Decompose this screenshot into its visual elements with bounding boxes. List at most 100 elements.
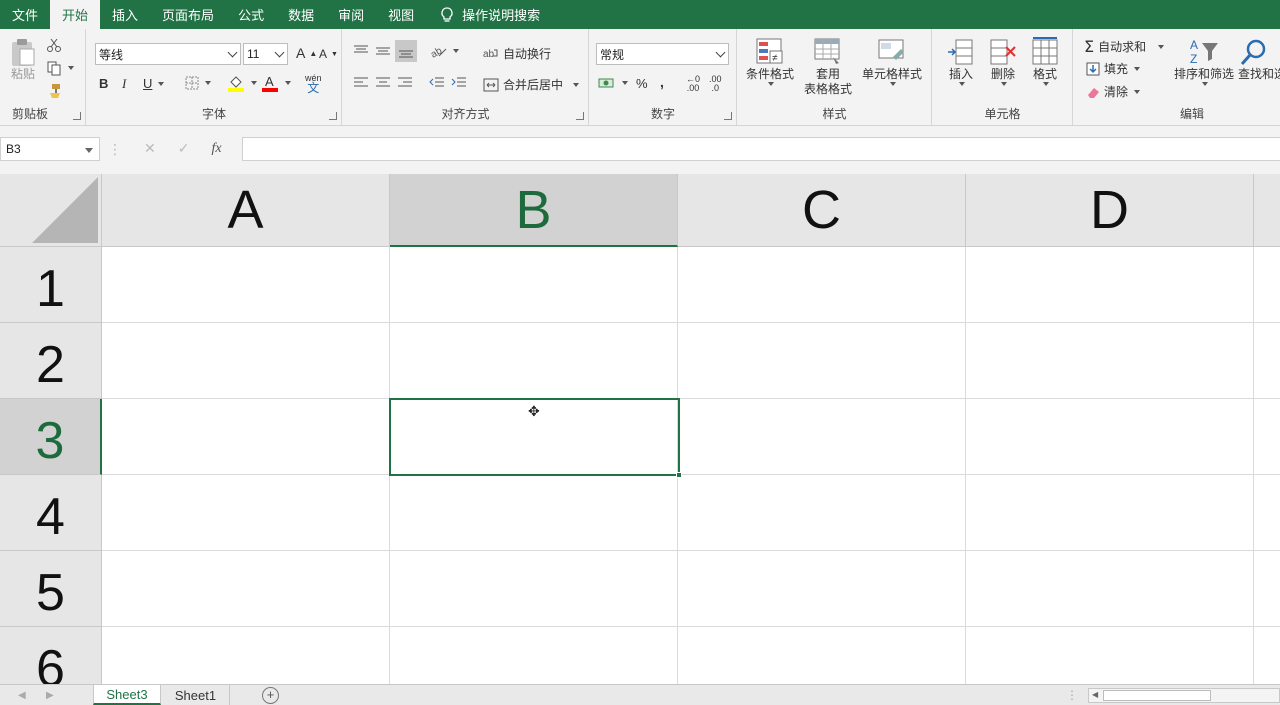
cell-d5[interactable] xyxy=(966,551,1254,627)
fill-handle[interactable] xyxy=(676,472,682,478)
cell-c4[interactable] xyxy=(678,475,966,551)
scroll-left-icon[interactable]: ◀ xyxy=(1092,690,1098,699)
cell-c3[interactable] xyxy=(678,399,966,475)
cell-b1[interactable] xyxy=(390,247,678,323)
fill-button[interactable]: 填充 xyxy=(1086,60,1141,77)
cell-a6[interactable] xyxy=(102,627,390,684)
grow-font-button[interactable]: A ▲ xyxy=(296,45,317,61)
cell-c2[interactable] xyxy=(678,323,966,399)
align-bottom-button[interactable] xyxy=(395,40,417,62)
delete-cells-button[interactable]: 删除 xyxy=(983,37,1023,86)
cell-d4[interactable] xyxy=(966,475,1254,551)
autosum-button[interactable]: Σ 自动求和 xyxy=(1084,37,1165,56)
sheet-tab-sheet3[interactable]: Sheet3 xyxy=(93,685,161,705)
cell-e1[interactable] xyxy=(1254,247,1280,323)
name-box[interactable]: B3 xyxy=(0,137,100,161)
row-header-5[interactable]: 5 xyxy=(0,551,102,627)
increase-indent-button[interactable] xyxy=(451,76,467,90)
format-cells-button[interactable]: 格式 xyxy=(1025,37,1065,86)
column-header-d[interactable]: D xyxy=(966,174,1254,247)
wrap-text-button[interactable]: ab 自动换行 xyxy=(483,45,551,62)
name-box-dropdown-icon[interactable] xyxy=(85,148,93,153)
tab-data[interactable]: 数据 xyxy=(276,0,326,29)
next-sheet-icon[interactable]: ▶ xyxy=(46,690,54,701)
cell-a4[interactable] xyxy=(102,475,390,551)
cell-e4[interactable] xyxy=(1254,475,1280,551)
cell-d3[interactable] xyxy=(966,399,1254,475)
add-sheet-button[interactable]: + xyxy=(262,687,279,704)
fill-color-button[interactable] xyxy=(227,74,257,92)
cell-b2[interactable] xyxy=(390,323,678,399)
cell-styles-button[interactable]: 单元格样式 xyxy=(858,37,926,86)
column-header-a[interactable]: A xyxy=(102,174,390,247)
cell-c6[interactable] xyxy=(678,627,966,684)
enter-icon[interactable]: ✓ xyxy=(178,141,190,157)
cell-d1[interactable] xyxy=(966,247,1254,323)
insert-cells-button[interactable]: 插入 xyxy=(941,37,981,86)
column-header-c[interactable]: C xyxy=(678,174,966,247)
tab-review[interactable]: 审阅 xyxy=(326,0,376,29)
find-select-button[interactable]: 查找和选择 xyxy=(1238,37,1280,82)
decrease-indent-button[interactable] xyxy=(429,76,445,90)
cell-a2[interactable] xyxy=(102,323,390,399)
align-middle-button[interactable] xyxy=(375,43,391,59)
font-name-select[interactable]: 等线 xyxy=(95,43,241,65)
tab-splitter-icon[interactable]: ⋮ xyxy=(1066,688,1078,702)
tab-home[interactable]: 开始 xyxy=(50,0,101,29)
copy-button[interactable] xyxy=(46,60,74,76)
cell-e3[interactable] xyxy=(1254,399,1280,475)
tab-file[interactable]: 文件 xyxy=(0,0,50,29)
cell-e5[interactable] xyxy=(1254,551,1280,627)
cut-button[interactable] xyxy=(46,37,62,53)
prev-sheet-icon[interactable]: ◀ xyxy=(18,690,26,701)
clipboard-launcher[interactable] xyxy=(73,112,81,120)
cell-a3[interactable] xyxy=(102,399,390,475)
conditional-formatting-button[interactable]: ≠ 条件格式 xyxy=(744,37,796,86)
cell-b5[interactable] xyxy=(390,551,678,627)
cell-d2[interactable] xyxy=(966,323,1254,399)
accounting-format-button[interactable] xyxy=(598,76,628,90)
tab-page-layout[interactable]: 页面布局 xyxy=(150,0,226,29)
align-right-button[interactable] xyxy=(397,76,413,90)
paste-button[interactable]: 粘贴 xyxy=(6,37,40,82)
number-launcher[interactable] xyxy=(724,112,732,120)
cell-b4[interactable] xyxy=(390,475,678,551)
align-left-button[interactable] xyxy=(353,76,369,90)
alignment-launcher[interactable] xyxy=(576,112,584,120)
tab-view[interactable]: 视图 xyxy=(376,0,426,29)
clear-button[interactable]: 清除 xyxy=(1086,83,1141,100)
percent-button[interactable]: % xyxy=(636,76,648,91)
row-header-3[interactable]: 3 xyxy=(0,399,102,475)
column-header-partial[interactable] xyxy=(1254,174,1280,247)
select-all-button[interactable] xyxy=(0,174,102,247)
column-header-b[interactable]: B xyxy=(390,174,678,247)
number-format-select[interactable]: 常规 xyxy=(596,43,729,65)
horizontal-scrollbar[interactable]: ◀ xyxy=(1088,688,1280,703)
align-top-button[interactable] xyxy=(353,43,369,59)
font-size-select[interactable]: 11 xyxy=(243,43,288,65)
increase-decimal-button[interactable]: ←0.00 xyxy=(686,75,700,93)
orientation-button[interactable]: ab xyxy=(429,43,459,59)
cell-b6[interactable] xyxy=(390,627,678,684)
cell-a5[interactable] xyxy=(102,551,390,627)
tell-me-search[interactable]: 操作说明搜索 xyxy=(426,0,540,29)
formula-input[interactable] xyxy=(242,137,1280,161)
cell-c5[interactable] xyxy=(678,551,966,627)
row-header-2[interactable]: 2 xyxy=(0,323,102,399)
row-header-1[interactable]: 1 xyxy=(0,247,102,323)
comma-button[interactable]: , xyxy=(660,74,664,90)
cell-a1[interactable] xyxy=(102,247,390,323)
font-color-button[interactable]: A xyxy=(261,74,291,92)
cell-c1[interactable] xyxy=(678,247,966,323)
phonetic-button[interactable]: wén 文 xyxy=(305,73,322,94)
cell-e2[interactable] xyxy=(1254,323,1280,399)
merge-center-button[interactable]: 合并后居中 xyxy=(483,76,580,93)
underline-button[interactable]: U xyxy=(143,76,165,91)
bold-button[interactable]: B xyxy=(99,76,108,91)
shrink-font-button[interactable]: A ▼ xyxy=(319,47,338,61)
borders-button[interactable] xyxy=(185,76,211,90)
sheet-tab-sheet1[interactable]: Sheet1 xyxy=(162,685,230,705)
cancel-icon[interactable]: ✕ xyxy=(144,141,156,157)
format-as-table-button[interactable]: 套用 表格格式 xyxy=(796,37,860,97)
format-painter-button[interactable] xyxy=(46,83,62,99)
